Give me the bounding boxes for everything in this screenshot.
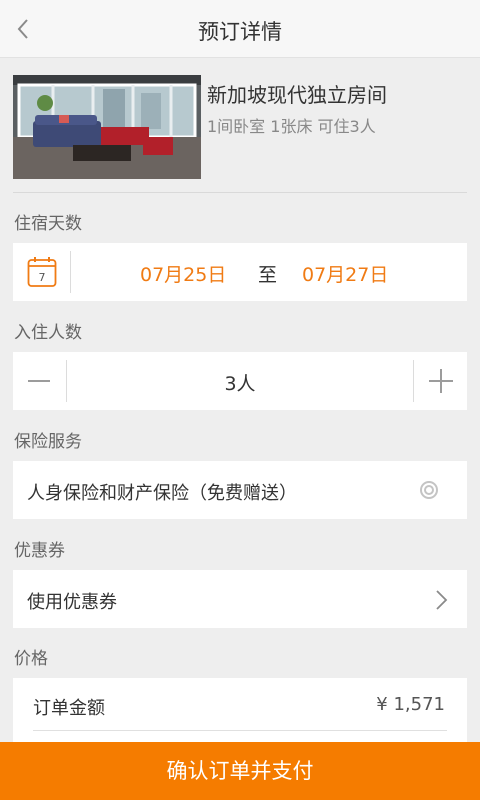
insurance-option[interactable]: 人身保险和财产保险（免费赠送） bbox=[13, 461, 467, 519]
guest-count: 3人 bbox=[224, 373, 256, 395]
guests-section-label: 入住人数 bbox=[14, 323, 82, 343]
insurance-radio[interactable] bbox=[420, 481, 438, 499]
coupon-section-label: 优惠券 bbox=[14, 541, 65, 561]
check-in-date[interactable]: 07月25日 bbox=[140, 260, 226, 287]
minus-icon bbox=[28, 380, 50, 382]
top-bar: 预订详情 bbox=[0, 0, 480, 58]
increase-guests-button[interactable] bbox=[414, 352, 467, 410]
confirm-pay-button[interactable]: 确认订单并支付 bbox=[0, 742, 480, 800]
guest-stepper: 3人 bbox=[13, 352, 467, 410]
price-section-label: 价格 bbox=[14, 649, 48, 669]
calendar-day: 7 bbox=[39, 271, 46, 284]
calendar-icon: 7 bbox=[27, 256, 57, 288]
insurance-text: 人身保险和财产保险（免费赠送） bbox=[27, 483, 297, 504]
order-amount-value: ¥ 1,571 bbox=[376, 694, 445, 715]
room-name: 新加坡现代独立房间 bbox=[207, 83, 387, 107]
divider bbox=[70, 251, 71, 293]
page-title: 预订详情 bbox=[198, 20, 282, 44]
price-card: 订单金额 ¥ 1,571 bbox=[13, 678, 467, 750]
divider bbox=[66, 360, 67, 402]
date-separator: 至 bbox=[258, 264, 278, 286]
divider bbox=[33, 730, 447, 731]
date-range-picker[interactable]: 7 07月25日 至 07月27日 bbox=[13, 243, 467, 301]
room-meta: 1间卧室 1张床 可住3人 bbox=[207, 117, 376, 136]
chevron-right-icon bbox=[433, 588, 449, 612]
stay-section-label: 住宿天数 bbox=[14, 214, 82, 234]
use-coupon-row[interactable]: 使用优惠券 bbox=[13, 570, 467, 628]
check-out-date[interactable]: 07月27日 bbox=[302, 260, 388, 287]
divider bbox=[13, 192, 467, 193]
decrease-guests-button[interactable] bbox=[13, 352, 66, 410]
order-amount-label: 订单金额 bbox=[33, 698, 105, 719]
room-photo bbox=[13, 75, 201, 179]
room-summary[interactable]: 新加坡现代独立房间 1间卧室 1张床 可住3人 bbox=[13, 75, 467, 180]
coupon-text: 使用优惠券 bbox=[27, 592, 117, 613]
insurance-section-label: 保险服务 bbox=[14, 432, 82, 452]
